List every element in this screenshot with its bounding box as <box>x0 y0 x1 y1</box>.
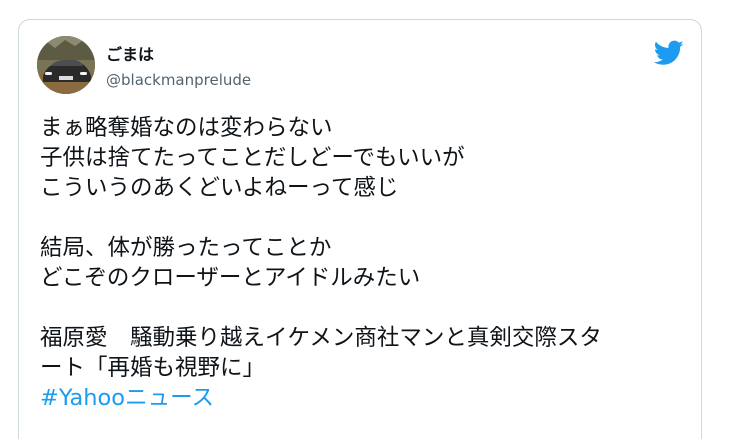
tweet-line: 福原愛 騒動乗り越えイケメン商社マンと真剣交際スタ <box>40 325 602 351</box>
user-handle[interactable]: @blackmanprelude <box>106 70 251 90</box>
tweet-line: 子供は捨てたってことだしどーでもいいが <box>40 145 465 171</box>
tweet-line: 結局、体が勝ったってことか <box>40 235 332 261</box>
tweet-line: こういうのあくどいよねーって感じ <box>40 175 399 201</box>
twitter-bird-icon[interactable] <box>654 40 684 66</box>
tweet-card[interactable]: ごまは @blackmanprelude まぁ略奪婚なのは変わらない 子供は捨て… <box>18 19 702 439</box>
tweet-line: ート「再婚も視野に」 <box>40 355 266 381</box>
tweet-line: どこぞのクローザーとアイドルみたい <box>40 265 421 291</box>
avatar[interactable] <box>37 36 95 94</box>
tweet-line: まぁ略奪婚なのは変わらない <box>40 115 333 141</box>
avatar-image <box>37 36 95 94</box>
tweet-text: まぁ略奪婚なのは変わらない 子供は捨てたってことだしどーでもいいが こういうのあ… <box>40 113 690 413</box>
hashtag-link[interactable]: #Yahooニュース <box>40 383 690 413</box>
display-name[interactable]: ごまは <box>106 45 154 65</box>
